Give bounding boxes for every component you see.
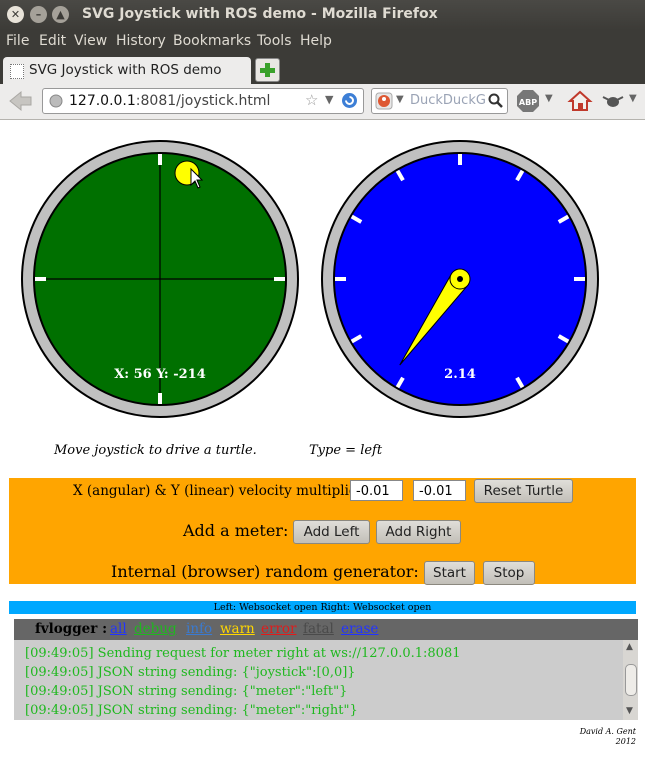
logger-filter-warn[interactable]: warn [220, 621, 255, 637]
author-name: David A. Gent [579, 727, 636, 736]
log-line: [09:49:05] Sending request for meter rig… [25, 646, 461, 661]
log-line: [09:49:05] JSON string sending: {"meter"… [25, 703, 358, 718]
navigation-toolbar: 127.0.0.1:8081/joystick.html ☆ ▼ ▼ DuckD… [0, 84, 645, 120]
search-input[interactable]: DuckDuckG [410, 93, 486, 108]
random-generator-label: Internal (browser) random generator: [111, 562, 419, 581]
scroll-down-icon[interactable]: ▼ [626, 706, 633, 716]
search-engine-dropdown-icon[interactable]: ▼ [396, 94, 404, 105]
search-bar[interactable]: ▼ DuckDuckG [371, 88, 508, 114]
logger-erase-link[interactable]: erase [341, 621, 378, 637]
joystick-tick-right [274, 277, 285, 281]
maximize-window-button[interactable]: ▲ [52, 6, 69, 23]
joystick-tick-top [158, 154, 162, 165]
logger-filter-fatal[interactable]: fatal [303, 621, 334, 637]
add-left-button[interactable]: Add Left [293, 520, 370, 544]
joystick[interactable]: X: 56 Y: -214 [19, 138, 301, 420]
svg-text:ABP: ABP [519, 98, 537, 107]
logger-scrollbar[interactable]: ▲ ▼ [623, 640, 638, 720]
websocket-status: Left: Websocket open Right: Websocket op… [9, 601, 636, 614]
meter: 2.14 [321, 140, 599, 418]
close-window-button[interactable]: ✕ [7, 6, 24, 23]
start-button[interactable]: Start [424, 561, 475, 585]
menu-view[interactable]: View [74, 33, 107, 49]
magnifier-icon[interactable] [488, 93, 504, 109]
scrollbar-thumb[interactable] [625, 664, 637, 696]
firebug-icon[interactable] [601, 91, 625, 111]
firebug-dropdown-icon[interactable]: ▼ [629, 93, 637, 104]
reload-icon[interactable] [341, 92, 358, 109]
joystick-caption: Move joystick to drive a turtle. [54, 443, 257, 458]
tab-bar: SVG Joystick with ROS demo [0, 54, 645, 84]
meter-hub-pin [457, 276, 463, 282]
menu-edit[interactable]: Edit [39, 33, 66, 49]
add-right-button[interactable]: Add Right [376, 520, 461, 544]
joystick-tick-left [35, 277, 46, 281]
tab-title: SVG Joystick with ROS demo [29, 62, 222, 78]
home-icon[interactable] [567, 89, 593, 113]
window-title: SVG Joystick with ROS demo - Mozilla Fir… [82, 6, 438, 22]
globe-icon [49, 94, 63, 108]
meter-readout: 2.14 [444, 367, 476, 382]
logger-header: fvlogger : all debug info warn error fat… [14, 619, 638, 640]
x-multiplier-input[interactable]: -0.01 [350, 480, 403, 501]
multipliers-label: X (angular) & Y (linear) velocity multip… [73, 483, 371, 499]
menu-file[interactable]: File [6, 33, 29, 49]
control-panel: X (angular) & Y (linear) velocity multip… [9, 478, 636, 585]
author-credit: David A. Gent 2012 [580, 727, 636, 747]
url-bar[interactable]: 127.0.0.1:8081/joystick.html ☆ ▼ [42, 88, 364, 114]
page-content: X: 56 Y: -214 2.14 Move joystick to driv… [0, 120, 645, 777]
joystick-readout: X: 56 Y: -214 [114, 367, 206, 382]
adblock-icon[interactable]: ABP [516, 89, 544, 113]
logger-filter-all[interactable]: all [110, 621, 127, 637]
log-line: [09:49:05] JSON string sending: {"meter"… [25, 684, 348, 699]
menu-help[interactable]: Help [300, 33, 332, 49]
logger-filter-debug[interactable]: debug [134, 621, 177, 637]
plus-icon [260, 63, 275, 77]
joystick-tick-bottom [158, 393, 162, 404]
logger-filter-info[interactable]: info [186, 621, 212, 637]
tab-joystick-demo[interactable]: SVG Joystick with ROS demo [3, 57, 251, 84]
duckduckgo-icon [375, 92, 393, 110]
back-arrow-icon[interactable] [6, 89, 34, 113]
log-line: [09:49:05] JSON string sending: {"joysti… [25, 665, 356, 680]
url-text[interactable]: 127.0.0.1:8081/joystick.html [69, 93, 270, 109]
logger-title: fvlogger : [35, 621, 108, 637]
logger-output[interactable]: [09:49:05] Sending request for meter rig… [14, 640, 638, 720]
logger-filter-error[interactable]: error [261, 621, 296, 637]
add-meter-label: Add a meter: [183, 521, 289, 540]
stop-button[interactable]: Stop [483, 561, 535, 585]
y-multiplier-input[interactable]: -0.01 [413, 480, 466, 501]
menu-history[interactable]: History [116, 33, 166, 49]
menu-bookmarks[interactable]: Bookmarks [173, 33, 251, 49]
scroll-up-icon[interactable]: ▲ [626, 642, 633, 652]
menu-bar: File Edit View History Bookmarks Tools H… [0, 30, 645, 54]
history-dropdown-icon[interactable]: ▼ [325, 93, 333, 106]
credit-year: 2012 [615, 737, 636, 746]
meter-caption: Type = left [309, 443, 383, 458]
new-tab-button[interactable] [255, 58, 280, 82]
adblock-dropdown-icon[interactable]: ▼ [545, 93, 553, 104]
window-titlebar: ✕ – ▲ SVG Joystick with ROS demo - Mozil… [0, 0, 645, 30]
reset-turtle-button[interactable]: Reset Turtle [474, 479, 573, 503]
menu-tools[interactable]: Tools [257, 33, 292, 49]
minimize-window-button[interactable]: – [30, 6, 47, 23]
page-icon [10, 64, 24, 79]
bookmark-star-icon[interactable]: ☆ [305, 91, 318, 109]
